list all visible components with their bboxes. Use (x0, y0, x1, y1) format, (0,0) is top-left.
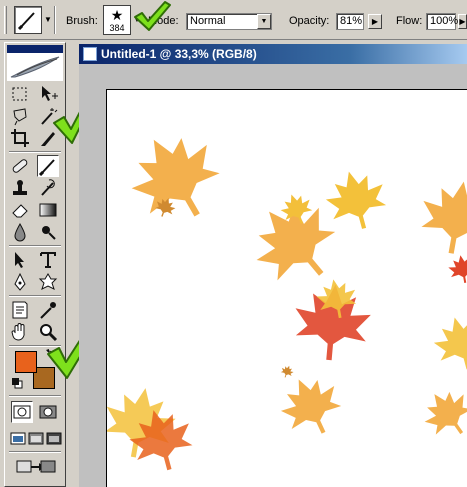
opacity-field[interactable]: 81% (336, 13, 364, 30)
default-colors-icon[interactable] (11, 377, 23, 389)
standard-mode-icon (13, 405, 31, 419)
opacity-slider-button[interactable]: ▶ (368, 14, 382, 29)
document-titlebar[interactable]: Untitled-1 @ 33,3% (RGB/8) (79, 44, 467, 64)
tool-preset-arrow-icon[interactable]: ▼ (44, 15, 52, 24)
tools-palette (4, 42, 100, 487)
flow-value: 100% (430, 15, 459, 27)
tools-palette-titlebar[interactable] (7, 45, 63, 53)
hand-icon (11, 323, 25, 341)
mode-value: Normal (190, 15, 226, 27)
eraser-icon (12, 204, 28, 218)
clone-stamp-icon (13, 180, 27, 195)
blur-icon (14, 222, 26, 242)
lasso-icon (13, 108, 27, 126)
maple-leaf (428, 310, 467, 376)
tools-separator (9, 451, 61, 453)
gradient-icon (39, 203, 57, 217)
type-tool[interactable] (37, 249, 59, 271)
brush-preset-box[interactable]: ★ 384 (103, 5, 131, 35)
full-screen-menu-mode-button[interactable] (27, 427, 45, 449)
opacity-label: Opacity: (289, 15, 330, 27)
jump-to-imageready-icon (16, 460, 56, 473)
mode-dropdown-button[interactable]: ▼ (257, 14, 271, 29)
marquee-tool[interactable] (9, 83, 31, 105)
brush-tool[interactable] (37, 155, 59, 177)
path-selection-tool[interactable] (9, 249, 31, 271)
document-icon (83, 47, 97, 61)
standard-mode-button[interactable] (11, 401, 33, 423)
marquee-icon (12, 87, 27, 101)
blur-tool[interactable] (9, 221, 31, 243)
type-icon (40, 252, 56, 268)
flow-field[interactable]: 100% (426, 13, 459, 30)
maple-leaf (320, 163, 393, 236)
tool-preset-picker[interactable] (14, 6, 42, 34)
lasso-tool[interactable] (9, 105, 31, 127)
maple-leaf (415, 175, 467, 260)
notes-tool[interactable] (9, 299, 31, 321)
document-title: Untitled-1 @ 33,3% (RGB/8) (101, 47, 257, 61)
dodge-icon (42, 226, 56, 240)
crop-tool[interactable] (9, 127, 31, 149)
crop-icon (11, 129, 29, 147)
pen-tool[interactable] (9, 271, 31, 293)
custom-shape-icon (38, 273, 58, 290)
leaf-painting (107, 118, 467, 478)
document-window: Untitled-1 @ 33,3% (RGB/8) (79, 44, 467, 487)
custom-shape-tool[interactable] (37, 271, 59, 293)
dodge-tool[interactable] (37, 221, 59, 243)
quick-mask-mode-button[interactable] (37, 401, 59, 423)
quick-mask-icon (39, 405, 57, 419)
standard-screen-icon (10, 432, 26, 445)
feather-icon (10, 56, 60, 78)
opacity-value: 81% (340, 15, 363, 27)
maple-leaf (272, 367, 351, 446)
eraser-tool[interactable] (9, 199, 31, 221)
checkmark-icon (134, 1, 171, 31)
flow-slider-button[interactable]: ▶ (458, 14, 467, 29)
hand-tool[interactable] (9, 321, 31, 343)
history-brush-tool[interactable] (37, 177, 59, 199)
maple-leaf (279, 363, 296, 380)
options-grip[interactable] (4, 6, 7, 34)
maple-leaf (116, 118, 235, 237)
canvas[interactable] (106, 89, 467, 487)
history-brush-icon (41, 179, 55, 196)
tools-separator (9, 151, 61, 153)
adobe-feather-logo[interactable] (7, 53, 63, 81)
foreground-color-swatch[interactable] (15, 351, 37, 373)
path-selection-icon (15, 252, 24, 268)
full-screen-menu-icon (28, 432, 44, 445)
maple-leaf (446, 252, 467, 286)
notes-icon (12, 301, 28, 319)
healing-brush-tool[interactable] (9, 155, 31, 177)
flow-label: Flow: (396, 15, 423, 27)
full-screen-icon (46, 432, 62, 445)
gradient-tool[interactable] (37, 199, 59, 221)
maple-leaf (414, 380, 467, 447)
options-separator (54, 6, 56, 34)
clone-stamp-tool[interactable] (9, 177, 31, 199)
full-screen-mode-button[interactable] (45, 427, 63, 449)
brush-icon (38, 159, 55, 177)
standard-screen-mode-button[interactable] (9, 427, 27, 449)
brush-preset-icon (17, 12, 35, 31)
brush-tip-icon: ★ (110, 7, 124, 23)
healing-brush-icon (12, 159, 28, 173)
tools-separator (9, 295, 61, 297)
jump-to-imageready-button[interactable] (11, 455, 59, 477)
brush-label: Brush: (66, 15, 98, 27)
tools-separator (9, 245, 61, 247)
tools-separator (9, 395, 61, 397)
brush-size: 384 (109, 23, 125, 33)
options-bar: ▼ Brush: ★ 384 ▼ Mode: Normal ▼ Opacity:… (0, 0, 467, 40)
pen-icon (14, 272, 26, 291)
